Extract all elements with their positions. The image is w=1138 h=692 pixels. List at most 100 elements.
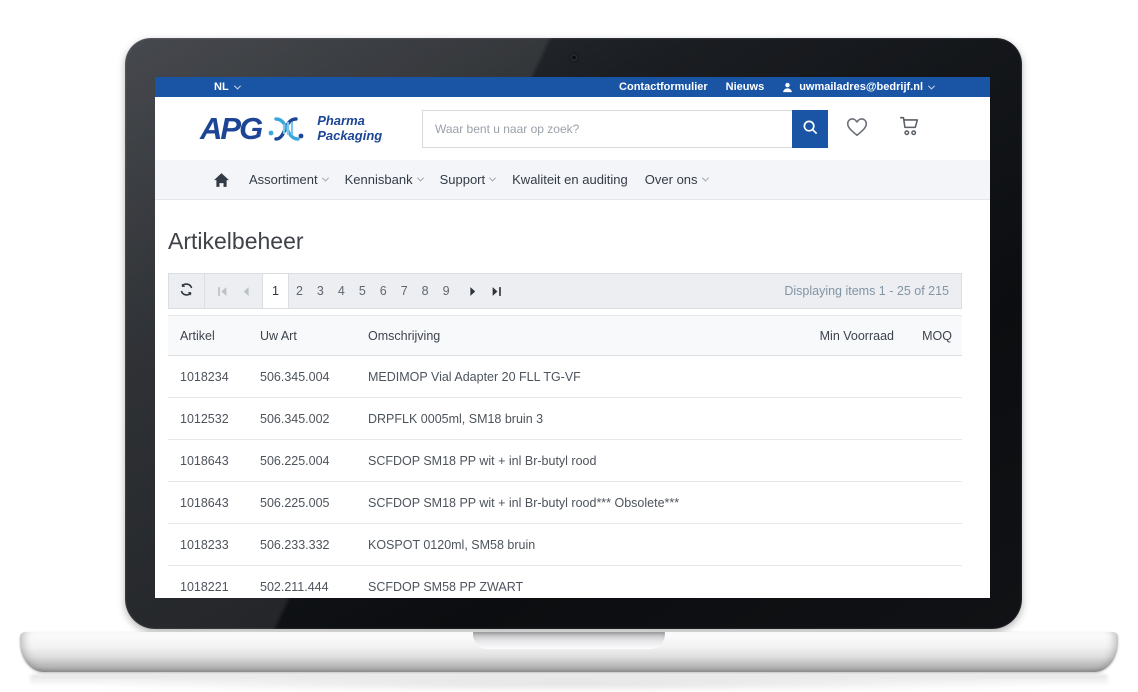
page-number[interactable]: 3: [310, 274, 331, 308]
last-page-button[interactable]: [491, 286, 502, 297]
cell-uw-art: 506.345.002: [248, 398, 356, 440]
pager-pages: 123456789: [262, 274, 457, 308]
cell-moq: [904, 482, 962, 524]
site-header: APG Pharma Packaging: [155, 97, 990, 160]
laptop-mockup: NL Contactformulier Nieuws uwm: [0, 0, 1138, 692]
chevron-down-icon: [234, 82, 241, 89]
chevron-down-icon: [322, 175, 329, 182]
laptop-screen: NL Contactformulier Nieuws uwm: [155, 77, 990, 598]
cell-omschrijving: KOSPOT 0120ml, SM58 bruin: [356, 524, 794, 566]
chevron-down-icon: [489, 175, 496, 182]
laptop-base-notch: [473, 632, 665, 649]
table-row[interactable]: 1018643506.225.004SCFDOP SM18 PP wit + i…: [168, 440, 962, 482]
cell-omschrijving: MEDIMOP Vial Adapter 20 FLL TG-VF: [356, 356, 794, 398]
news-link[interactable]: Nieuws: [726, 81, 765, 93]
wishlist-button[interactable]: [844, 114, 870, 143]
laptop-bezel: NL Contactformulier Nieuws uwm: [125, 38, 1022, 629]
cell-artikel: 1018643: [168, 482, 248, 524]
cart-button[interactable]: [897, 114, 922, 143]
search-button[interactable]: [792, 110, 828, 148]
table-row[interactable]: 1018221502.211.444SCFDOP SM58 PP ZWART: [168, 566, 962, 599]
page-number[interactable]: 5: [352, 274, 373, 308]
cell-moq: [904, 356, 962, 398]
cell-min-voorraad: [794, 566, 904, 599]
refresh-button[interactable]: [169, 274, 205, 308]
chevron-down-icon: [701, 175, 708, 182]
articles-table: ArtikelUw ArtOmschrijvingMin VoorraadMOQ…: [168, 315, 962, 598]
home-icon[interactable]: [213, 172, 230, 188]
cell-min-voorraad: [794, 398, 904, 440]
table-row[interactable]: 1018234506.345.004MEDIMOP Vial Adapter 2…: [168, 356, 962, 398]
user-account-menu[interactable]: uwmailadres@bedrijf.nl: [782, 81, 934, 93]
column-header[interactable]: MOQ: [904, 316, 962, 356]
cell-min-voorraad: [794, 524, 904, 566]
floor-shadow: [80, 678, 1058, 692]
person-icon: [782, 82, 793, 93]
table-row[interactable]: 1018643506.225.005SCFDOP SM18 PP wit + i…: [168, 482, 962, 524]
page-title: Artikelbeheer: [168, 228, 990, 255]
heart-icon: [844, 114, 870, 143]
cell-omschrijving: SCFDOP SM18 PP wit + inl Br-butyl rood**…: [356, 482, 794, 524]
first-page-button[interactable]: [217, 286, 228, 297]
logo-text: APG: [200, 113, 261, 144]
column-header[interactable]: Min Voorraad: [794, 316, 904, 356]
cell-omschrijving: SCFDOP SM58 PP ZWART: [356, 566, 794, 599]
cell-uw-art: 502.211.444: [248, 566, 356, 599]
pagination-bar: 123456789 Displaying items 1 - 25 of 215: [168, 273, 962, 309]
logo-tagline: Pharma Packaging: [317, 114, 382, 144]
cell-moq: [904, 440, 962, 482]
next-page-button[interactable]: [469, 286, 478, 297]
chevron-down-icon: [417, 175, 424, 182]
nav-item-assortiment[interactable]: Assortiment: [249, 172, 328, 187]
cell-uw-art: 506.225.004: [248, 440, 356, 482]
column-header[interactable]: Omschrijving: [356, 316, 794, 356]
search-icon: [802, 119, 819, 139]
search-input[interactable]: [422, 110, 792, 148]
column-header[interactable]: Uw Art: [248, 316, 356, 356]
cell-artikel: 1012532: [168, 398, 248, 440]
table-row[interactable]: 1012532506.345.002DRPFLK 0005ml, SM18 br…: [168, 398, 962, 440]
page-number[interactable]: 4: [331, 274, 352, 308]
column-header[interactable]: Artikel: [168, 316, 248, 356]
company-logo[interactable]: APG Pharma Packaging: [200, 113, 412, 145]
nav-item-support[interactable]: Support: [440, 172, 496, 187]
page-number[interactable]: 2: [289, 274, 310, 308]
chevron-down-icon: [928, 82, 935, 89]
page-content: Artikelbeheer: [155, 200, 990, 598]
cell-artikel: 1018233: [168, 524, 248, 566]
webcam-icon: [570, 54, 577, 61]
pager-status: Displaying items 1 - 25 of 215: [784, 284, 949, 298]
dna-helix-icon: [267, 113, 313, 145]
cell-artikel: 1018221: [168, 566, 248, 599]
cell-artikel: 1018234: [168, 356, 248, 398]
nav-item-kwaliteit-en-auditing[interactable]: Kwaliteit en auditing: [512, 172, 628, 187]
search-bar: [422, 110, 828, 148]
page-number[interactable]: 7: [394, 274, 415, 308]
cell-min-voorraad: [794, 482, 904, 524]
cell-uw-art: 506.233.332: [248, 524, 356, 566]
page-number[interactable]: 9: [436, 274, 457, 308]
cell-omschrijving: DRPFLK 0005ml, SM18 bruin 3: [356, 398, 794, 440]
pager-spacer: [514, 274, 785, 308]
nav-item-over-ons[interactable]: Over ons: [645, 172, 708, 187]
cell-min-voorraad: [794, 440, 904, 482]
table-row[interactable]: 1018233506.233.332KOSPOT 0120ml, SM58 br…: [168, 524, 962, 566]
page-number[interactable]: 8: [415, 274, 436, 308]
cell-moq: [904, 398, 962, 440]
user-email: uwmailadres@bedrijf.nl: [799, 81, 923, 93]
previous-page-button[interactable]: [241, 286, 250, 297]
contact-form-link[interactable]: Contactformulier: [619, 81, 708, 93]
cell-omschrijving: SCFDOP SM18 PP wit + inl Br-butyl rood: [356, 440, 794, 482]
refresh-icon: [179, 282, 194, 300]
page-number[interactable]: 1: [262, 274, 289, 308]
table-header-row: ArtikelUw ArtOmschrijvingMin VoorraadMOQ: [168, 316, 962, 356]
main-navigation: Assortiment Kennisbank Support Kwaliteit…: [155, 160, 990, 200]
language-selector[interactable]: NL: [214, 81, 240, 93]
laptop-base: [20, 632, 1118, 672]
cell-moq: [904, 566, 962, 599]
nav-item-kennisbank[interactable]: Kennisbank: [345, 172, 423, 187]
page-number[interactable]: 6: [373, 274, 394, 308]
cell-uw-art: 506.225.005: [248, 482, 356, 524]
cell-min-voorraad: [794, 356, 904, 398]
top-utility-bar: NL Contactformulier Nieuws uwm: [155, 77, 990, 97]
